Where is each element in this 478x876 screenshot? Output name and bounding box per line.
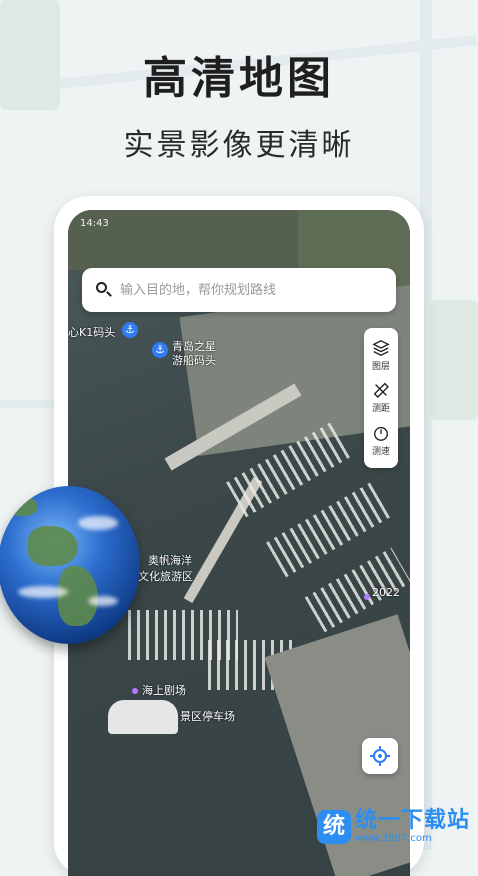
layers-icon: [372, 339, 390, 356]
measure-distance-label: 测距: [371, 404, 390, 415]
locate-button[interactable]: [362, 738, 398, 774]
map-label-star-pier-line2[interactable]: 游船码头: [172, 352, 216, 368]
poi-marker[interactable]: [364, 594, 370, 600]
watermark: 统 统一下载站 www.3987.com: [316, 808, 470, 844]
anchor-icon[interactable]: ⚓: [152, 342, 168, 358]
measure-distance-button[interactable]: 测距: [372, 381, 390, 414]
measure-speed-button[interactable]: 测速: [372, 424, 390, 457]
search-icon: [96, 282, 112, 298]
earth-globe-image: [0, 486, 140, 644]
layers-button[interactable]: 图层: [372, 339, 390, 372]
promo-headline: 高清地图: [143, 53, 335, 104]
watermark-url: www.3987.com: [354, 833, 432, 844]
measure-speed-label: 测速: [371, 447, 390, 458]
map-label-poi-2022[interactable]: 2022: [372, 586, 400, 599]
promo-subheadline: 实景影像更清晰: [123, 128, 355, 163]
search-bar[interactable]: [82, 268, 396, 312]
ruler-icon: [373, 383, 389, 399]
map-label-theater[interactable]: 海上剧场: [142, 682, 186, 698]
speedometer-icon: [374, 427, 388, 442]
map-label-aofan-line1[interactable]: 奥帆海洋: [148, 552, 192, 568]
search-input[interactable]: [118, 281, 382, 299]
map-label-aofan-line2[interactable]: 文化旅游区: [138, 568, 193, 584]
crosshair-icon: [370, 746, 390, 766]
map-tool-panel: 图层 测距 测速: [364, 328, 398, 468]
watermark-logo-icon: 统: [316, 809, 351, 844]
watermark-title: 统一下载站: [354, 808, 470, 833]
map-label-parking[interactable]: 景区停车场: [180, 708, 235, 724]
poi-marker[interactable]: [132, 688, 138, 694]
layers-label: 图层: [371, 361, 390, 372]
map-label-k1-pier[interactable]: 心K1码头: [68, 324, 115, 340]
anchor-icon[interactable]: ⚓: [122, 322, 138, 338]
status-time: 14:43: [80, 218, 109, 229]
